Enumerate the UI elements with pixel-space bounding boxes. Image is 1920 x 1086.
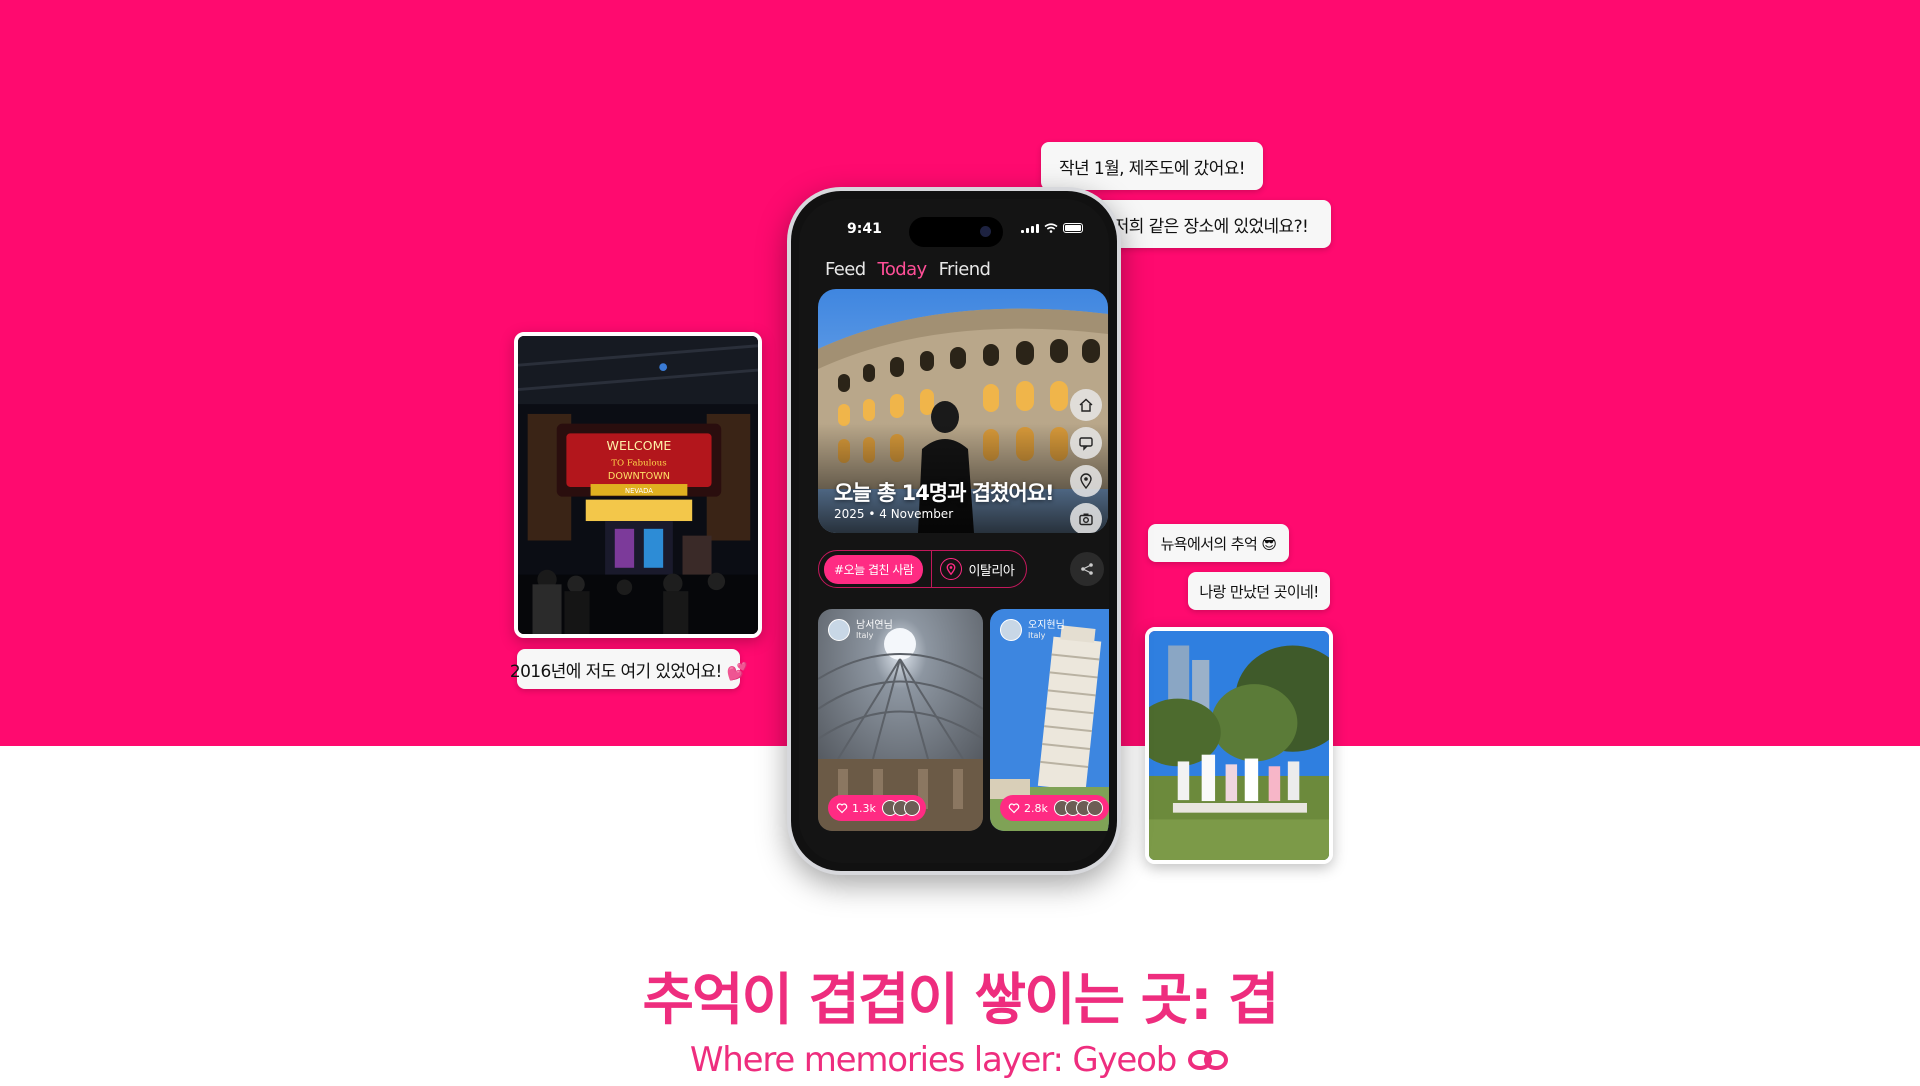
location-chip[interactable]: 이탈리아 [968, 560, 1014, 579]
status-icons [1021, 223, 1083, 233]
post-username: 남서연님 [856, 620, 893, 631]
svg-text:DOWNTOWN: DOWNTOWN [608, 471, 670, 482]
headline: 추억이 겹겹이 쌓이는 곳: 겹 [642, 968, 1279, 1033]
battery-icon [1063, 223, 1083, 233]
today-hero-card[interactable]: 오늘 총 14명과 겹쳤어요! 2025 • 4 November [818, 289, 1108, 533]
post-card[interactable]: 오지현님 Italy 2.8k [990, 609, 1109, 831]
vegas-photo: WELCOME TO Fabulous DOWNTOWN NEVADA [518, 336, 758, 634]
hero-side-actions [1070, 389, 1102, 533]
phone-mockup: 9:41 Feed Today Friend 오늘 총 14명과 겹쳤어요! 2… [787, 187, 1121, 875]
post-card[interactable]: 남서연님 Italy 1.3k [818, 609, 983, 831]
heart-icon [1008, 803, 1020, 814]
hero-date: 2025 • 4 November [834, 507, 954, 521]
like-count: 1.3k [852, 801, 876, 815]
vegas-photo-card: WELCOME TO Fabulous DOWNTOWN NEVADA [514, 332, 762, 638]
overlap-avatars [1052, 800, 1103, 816]
dynamic-island [909, 217, 1003, 247]
filter-chip-row: #오늘 겹친 사람 이탈리아 [818, 550, 1108, 588]
promo-stage: WELCOME TO Fabulous DOWNTOWN NEVADA 2016… [0, 0, 1920, 1086]
post-username: 오지현님 [1028, 620, 1065, 631]
like-badge[interactable]: 2.8k [1000, 795, 1109, 821]
post-location: Italy [856, 631, 874, 640]
same-place-comment-bubble: 저희 같은 장소에 있었네요?! [1091, 200, 1331, 248]
post-user: 오지현님 Italy [1000, 619, 1065, 641]
post-user: 남서연님 Italy [828, 619, 893, 641]
filter-chip-group: #오늘 겹친 사람 이탈리아 [818, 550, 1028, 588]
heart-icon [836, 803, 848, 814]
nyc-photo-card [1145, 627, 1333, 864]
cellular-signal-icon [1021, 223, 1039, 233]
wifi-icon [1044, 223, 1058, 233]
avatar [828, 619, 850, 641]
vegas-comment-bubble: 2016년에 저도 여기 있었어요! 💕 [510, 649, 748, 689]
nyc-photo [1149, 631, 1329, 860]
nyc-comment-bubble: 뉴욕에서의 추억 😎 [1148, 524, 1289, 562]
jeju-comment-bubble: 작년 1월, 제주도에 갔어요! [1041, 142, 1263, 190]
post-location: Italy [1028, 631, 1046, 640]
svg-text:WELCOME: WELCOME [607, 438, 672, 453]
tab-feed[interactable]: Feed [825, 259, 866, 280]
home-icon[interactable] [1070, 389, 1102, 421]
like-count: 2.8k [1024, 801, 1048, 815]
like-badge[interactable]: 1.3k [828, 795, 926, 821]
subline-row: Where memories layer: Gyeob [0, 1040, 1920, 1080]
gyeob-logo-icon [1188, 1050, 1229, 1070]
subline: Where memories layer: Gyeob [689, 1040, 1177, 1080]
status-time: 9:41 [847, 221, 882, 237]
chat-icon[interactable] [1070, 427, 1102, 459]
overlap-avatars [880, 800, 920, 816]
phone-screen: 9:41 Feed Today Friend 오늘 총 14명과 겹쳤어요! 2… [799, 199, 1109, 863]
location-pin-icon[interactable] [1070, 465, 1102, 497]
tab-today[interactable]: Today [878, 259, 928, 280]
camera-icon[interactable] [1070, 503, 1102, 533]
share-icon [1081, 563, 1093, 575]
svg-text:NEVADA: NEVADA [625, 487, 653, 495]
share-button[interactable] [1070, 552, 1104, 586]
hero-title: 오늘 총 14명과 겹쳤어요! [834, 481, 1055, 505]
tab-friend[interactable]: Friend [939, 259, 991, 280]
overlap-people-chip[interactable]: #오늘 겹친 사람 [824, 554, 924, 584]
met-comment-bubble: 나랑 만났던 곳이네! [1188, 572, 1330, 610]
avatar [1000, 619, 1022, 641]
chip-divider [931, 551, 933, 587]
location-pin-icon [940, 558, 963, 580]
svg-text:TO Fabulous: TO Fabulous [611, 459, 667, 469]
feed-tabs: Feed Today Friend [825, 259, 991, 280]
